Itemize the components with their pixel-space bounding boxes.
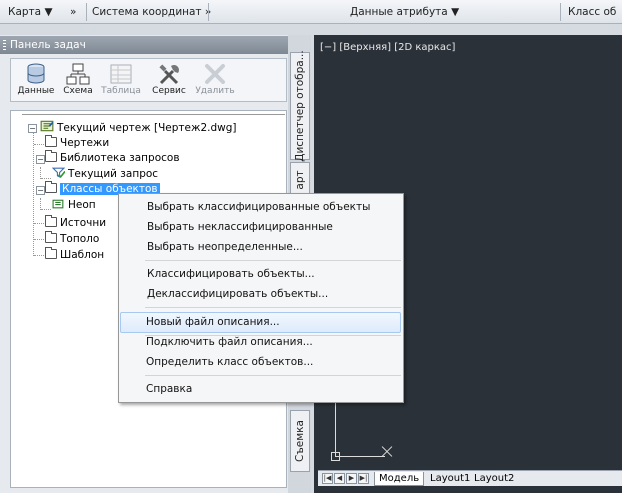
tree-item-label: Источни xyxy=(60,217,107,229)
viewport-controls-label[interactable]: [−] [Верхняя] [2D каркас] xyxy=(320,42,455,53)
tab-layout1[interactable]: Layout1 xyxy=(426,472,474,486)
tree-item-drawings[interactable]: Чертежи xyxy=(45,135,110,151)
tab-survey[interactable]: Съемка xyxy=(290,410,310,472)
menu-item-select-classified[interactable]: Выбрать классифицированные объекты xyxy=(147,198,370,216)
tab-display-manager[interactable]: Диспетчер отобра... xyxy=(290,50,310,162)
schema-icon xyxy=(66,63,90,85)
tree-item-label: Текущий чертеж [Чертеж2.dwg] xyxy=(57,122,237,134)
attribute-data-menu[interactable]: Данные атрибута ▼ xyxy=(350,5,459,19)
menu-item-classify-objects[interactable]: Классифицировать объекты... xyxy=(147,265,315,283)
service-button[interactable]: Сервис xyxy=(145,59,193,101)
menu-separator xyxy=(145,375,401,376)
first-tab-icon[interactable]: |◀ xyxy=(322,473,333,484)
collapse-icon[interactable]: − xyxy=(28,124,37,133)
last-tab-icon[interactable]: ▶| xyxy=(358,473,369,484)
tree-item-templates[interactable]: Шаблон xyxy=(45,247,105,263)
folder-icon xyxy=(45,135,57,147)
overflow-chevron-icon[interactable]: » xyxy=(70,5,76,19)
tree-item-label: Библиотека запросов xyxy=(60,152,180,164)
tree-item-topology[interactable]: Тополо xyxy=(45,231,100,247)
tree-connector xyxy=(34,255,44,256)
tree-item-current-query[interactable]: Текущий запрос xyxy=(52,167,158,182)
tab-label: Съемка xyxy=(294,420,306,462)
tree-item-query-library[interactable]: Библиотека запросов xyxy=(45,150,180,166)
menu-item-new-description-file[interactable]: Новый файл описания... xyxy=(146,313,280,331)
ribbon-separator xyxy=(208,3,209,21)
ucs-icon xyxy=(331,452,340,461)
table-icon xyxy=(110,64,132,84)
context-menu: Выбрать классифицированные объекты Выбра… xyxy=(118,193,404,403)
folder-icon xyxy=(45,181,57,193)
class-icon xyxy=(52,199,64,209)
tree-connector xyxy=(34,239,44,240)
menu-separator xyxy=(145,307,401,308)
data-button[interactable]: Данные xyxy=(13,59,59,101)
tree-divider xyxy=(22,114,285,115)
map-menu[interactable]: Карта ▼ xyxy=(8,5,53,19)
task-pane-title[interactable]: Панель задач xyxy=(0,36,298,54)
prev-tab-icon[interactable]: ◀ xyxy=(334,473,345,484)
query-filter-icon xyxy=(52,167,65,178)
collapse-icon[interactable]: − xyxy=(36,186,45,195)
menu-item-declassify-objects[interactable]: Деклассифицировать объекты... xyxy=(147,285,328,303)
tree-connector xyxy=(34,144,44,145)
schema-button[interactable]: Схема xyxy=(57,59,99,101)
menu-item-select-unclassified[interactable]: Выбрать неклассифицированные xyxy=(147,218,333,236)
tool-label: Сервис xyxy=(152,86,186,96)
next-tab-icon[interactable]: ▶ xyxy=(346,473,357,484)
coordinate-system-menu[interactable]: Система координат » xyxy=(92,5,211,19)
folder-icon xyxy=(45,247,57,259)
delete-button[interactable]: Удалить xyxy=(191,59,239,101)
collapse-icon[interactable]: − xyxy=(36,155,45,164)
grip-icon[interactable] xyxy=(3,40,6,50)
menu-item-define-object-class[interactable]: Определить класс объектов... xyxy=(146,353,313,371)
tree-connector xyxy=(34,223,44,224)
tools-icon xyxy=(159,64,179,85)
tool-label: Схема xyxy=(63,86,93,96)
layout-tab-bar: |◀ ◀ ▶ ▶| Модель Layout1 Layout2 xyxy=(318,470,622,486)
tree-item-label: Текущий запрос xyxy=(68,168,159,180)
folder-icon xyxy=(45,231,57,243)
database-icon xyxy=(27,63,45,84)
tab-label: арт xyxy=(294,170,306,190)
tab-layout2[interactable]: Layout2 xyxy=(470,472,518,486)
tool-label: Таблица xyxy=(101,86,141,96)
folder-icon xyxy=(45,215,57,227)
object-class-menu[interactable]: Класс об xyxy=(568,5,616,19)
drawing-icon xyxy=(40,120,54,132)
tree-item-label: Чертежи xyxy=(60,137,110,149)
tool-label: Данные xyxy=(17,86,55,96)
folder-icon xyxy=(45,150,57,162)
ucs-axis-x xyxy=(335,456,385,457)
task-pane-toolbar: Данные Схема Таблица Сервис Удалить xyxy=(10,58,287,102)
menu-item-attach-description-file[interactable]: Подключить файл описания... xyxy=(146,333,313,351)
tree-item-label: Тополо xyxy=(60,233,100,245)
menu-separator xyxy=(145,260,401,261)
tree-item-label: Неоп xyxy=(68,199,96,211)
ribbon-bar: Карта ▼ » Система координат » Данные атр… xyxy=(0,0,622,24)
tree-connector xyxy=(41,209,51,210)
tree-item-undefined[interactable]: Неоп xyxy=(52,198,96,213)
tree-item-current-drawing[interactable]: Текущий чертеж [Чертеж2.dwg] xyxy=(40,120,237,135)
ribbon-separator xyxy=(86,3,87,21)
menu-item-help[interactable]: Справка xyxy=(146,380,192,398)
ribbon-separator xyxy=(560,3,561,21)
menu-item-select-undefined[interactable]: Выбрать неопределенные... xyxy=(147,238,303,256)
tab-model[interactable]: Модель xyxy=(374,472,425,486)
tree-item-sources[interactable]: Источни xyxy=(45,215,107,231)
tree-connector xyxy=(33,131,34,256)
ucs-axis-y xyxy=(335,395,336,457)
tab-label: Диспетчер отобра... xyxy=(294,50,306,162)
tree-connector xyxy=(41,178,51,179)
tool-label: Удалить xyxy=(195,86,235,96)
table-button[interactable]: Таблица xyxy=(97,59,145,101)
tree-item-label: Шаблон xyxy=(60,249,105,261)
delete-icon xyxy=(205,64,225,84)
